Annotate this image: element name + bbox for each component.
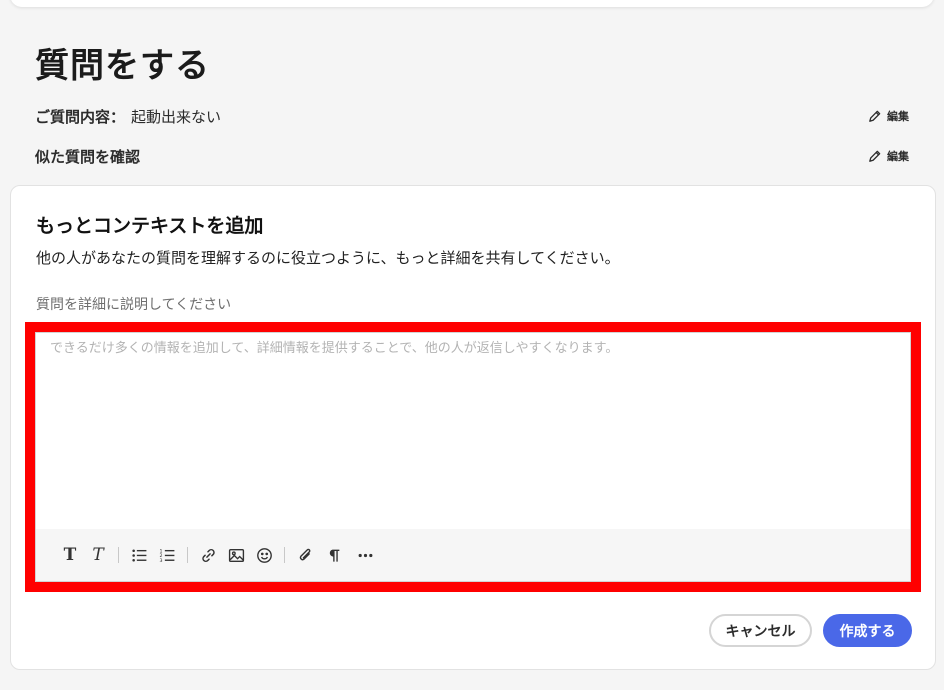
toolbar-divider <box>187 547 188 563</box>
editor-toolbar: T T 123 <box>36 529 910 581</box>
section-title: もっとコンテキストを追加 <box>36 215 264 237</box>
create-button[interactable]: 作成する <box>823 614 912 647</box>
pencil-icon <box>869 150 881 162</box>
italic-icon[interactable]: T <box>84 541 112 569</box>
edit-question-button[interactable]: 編集 <box>867 108 909 124</box>
paragraph-icon[interactable] <box>319 541 347 569</box>
details-textarea[interactable] <box>36 333 910 529</box>
edit-label: 編集 <box>887 150 909 163</box>
question-summary-row: ご質問内容： 起動出来ない 編集 <box>35 104 909 128</box>
question-summary: ご質問内容： 起動出来ない <box>35 106 221 127</box>
more-icon[interactable] <box>351 541 379 569</box>
rich-text-editor: T T 123 <box>35 332 911 582</box>
toolbar-divider <box>118 547 119 563</box>
edit-similar-button[interactable]: 編集 <box>867 148 909 164</box>
attachment-icon[interactable] <box>291 541 319 569</box>
question-summary-value: 起動出来ない <box>131 107 222 126</box>
similar-questions-row: 似た質問を確認 編集 <box>35 144 909 168</box>
image-icon[interactable] <box>222 541 250 569</box>
top-card <box>10 0 934 7</box>
cancel-button[interactable]: キャンセル <box>709 614 812 647</box>
emoji-icon[interactable] <box>250 541 278 569</box>
page-title: 質問をする <box>35 46 210 86</box>
bullet-list-icon[interactable] <box>125 541 153 569</box>
question-summary-label: ご質問内容： <box>35 107 126 126</box>
section-description: 他の人があなたの質問を理解するのに役立つように、もっと詳細を共有してください。 <box>36 249 620 267</box>
details-field-label: 質問を詳細に説明してください <box>36 297 232 313</box>
svg-text:3: 3 <box>159 557 162 563</box>
pencil-icon <box>869 110 881 122</box>
link-icon[interactable] <box>194 541 222 569</box>
numbered-list-icon[interactable]: 123 <box>153 541 181 569</box>
edit-label: 編集 <box>887 110 909 123</box>
editor-highlight-frame: T T 123 <box>25 322 921 592</box>
context-card: もっとコンテキストを追加 他の人があなたの質問を理解するのに役立つように、もっと… <box>10 185 936 670</box>
bold-icon[interactable]: T <box>56 541 84 569</box>
toolbar-divider <box>284 547 285 563</box>
similar-questions-label: 似た質問を確認 <box>35 147 141 166</box>
